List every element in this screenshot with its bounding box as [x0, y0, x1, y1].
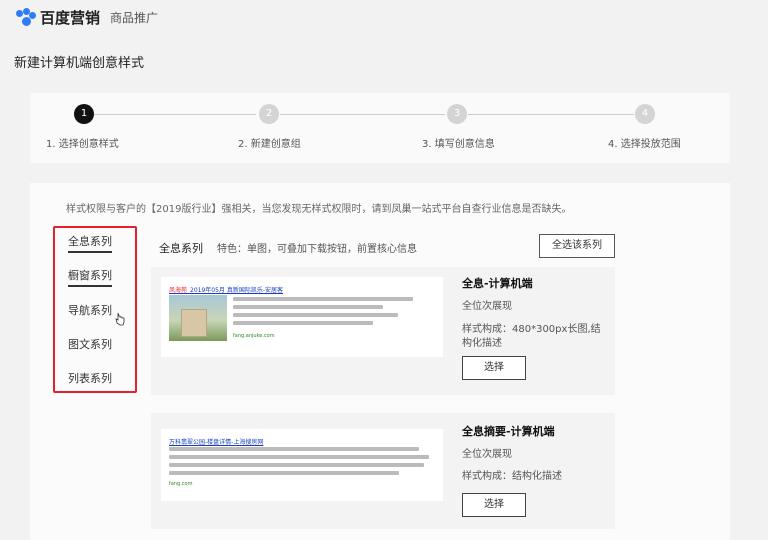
ad-preview: 凤海苑_2019年05月 真新国际凯乐-安居客 fang.anjuke.com — [161, 277, 443, 357]
step-2-indicator: 2 — [259, 104, 279, 124]
choose-button[interactable]: 选择 — [462, 493, 526, 517]
nav-item-quanxi[interactable]: 全息系列 — [68, 233, 112, 253]
series-nav: 全息系列 橱窗系列 导航系列 图文系列 列表系列 — [53, 226, 137, 393]
preview-title-highlight: 凤海苑 — [169, 287, 188, 294]
card-name: 全息摘要-计算机端 — [462, 425, 555, 438]
preview-text-line — [233, 297, 413, 301]
step-connector — [280, 114, 445, 115]
card-name: 全息-计算机端 — [462, 277, 533, 290]
preview-text-line — [169, 447, 419, 451]
preview-text-line — [233, 305, 383, 309]
card-position: 全位次展现 — [462, 301, 512, 312]
preview-text-line — [169, 471, 399, 475]
step-4-indicator: 4 — [635, 104, 655, 124]
nav-item-liebiao[interactable]: 列表系列 — [68, 370, 112, 386]
step-connector — [94, 114, 256, 115]
card-position: 全位次展现 — [462, 449, 512, 460]
preview-title: 凤海苑_2019年05月 真新国际凯乐-安居客 — [169, 285, 283, 294]
preview-url: fang.com — [169, 481, 193, 487]
nav-item-tuwen[interactable]: 图文系列 — [68, 336, 112, 352]
preview-title-text: _2019年05月 真新国际凯乐-安居客 — [187, 287, 283, 294]
card-composition-cont: 构化描述 — [462, 338, 502, 349]
progress-steps: 1 2 3 4 1. 选择创意样式 2. 新建创意组 3. 填写创意信息 4. … — [30, 93, 730, 163]
choose-button[interactable]: 选择 — [462, 356, 526, 380]
baidu-paw-icon — [16, 7, 36, 28]
preview-title: 万科翡翠公园-楼盘详情-上海搜房网 — [169, 439, 264, 446]
step-2-label: 2. 新建创意组 — [238, 139, 301, 150]
card-composition: 样式构成：480*300px长图,结 — [462, 324, 601, 335]
preview-text-line — [169, 455, 429, 459]
page-title: 新建计算机端创意样式 — [14, 56, 145, 71]
nav-item-chuchuang[interactable]: 橱窗系列 — [68, 267, 112, 287]
step-1-label: 1. 选择创意样式 — [46, 139, 119, 150]
step-3-indicator: 3 — [447, 104, 467, 124]
series-title: 全息系列 — [159, 242, 203, 255]
select-all-series-button[interactable]: 全选该系列 — [539, 234, 615, 258]
top-bar: 百度营销 商品推广 — [0, 0, 768, 36]
preview-building-image — [169, 295, 227, 341]
step-connector — [468, 114, 634, 115]
step-3-label: 3. 填写创意信息 — [422, 139, 495, 150]
card-composition: 样式构成：结构化描述 — [462, 471, 562, 482]
product-name: 商品推广 — [110, 11, 159, 25]
style-selection-panel: 样式权限与客户的【2019版行业】强相关，当您发现无样式权限时，请到凤巢一站式平… — [30, 183, 730, 540]
step-1-indicator: 1 — [74, 104, 94, 124]
preview-text-line — [233, 321, 373, 325]
style-card-quanxi-summary-pc: 万科翡翠公园-楼盘详情-上海搜房网 fang.com 全息摘要-计算机端 全位次… — [151, 413, 615, 529]
preview-text-line — [233, 313, 398, 317]
preview-text-line — [169, 463, 424, 467]
hand-cursor-icon — [115, 312, 125, 326]
ad-preview: 万科翡翠公园-楼盘详情-上海搜房网 fang.com — [161, 429, 443, 501]
baidu-marketing-logo[interactable]: 百度营销 商品推广 — [16, 7, 158, 28]
nav-item-daohang[interactable]: 导航系列 — [68, 302, 112, 318]
series-description: 特色：单图，可叠加下载按钮，前置核心信息 — [217, 244, 417, 255]
style-card-quanxi-pc: 凤海苑_2019年05月 真新国际凯乐-安居客 fang.anjuke.com … — [151, 267, 615, 395]
brand-name: 百度营销 — [40, 9, 101, 27]
permission-notice: 样式权限与客户的【2019版行业】强相关，当您发现无样式权限时，请到凤巢一站式平… — [66, 204, 572, 215]
preview-url: fang.anjuke.com — [233, 333, 275, 339]
step-4-label: 4. 选择投放范围 — [608, 139, 681, 150]
